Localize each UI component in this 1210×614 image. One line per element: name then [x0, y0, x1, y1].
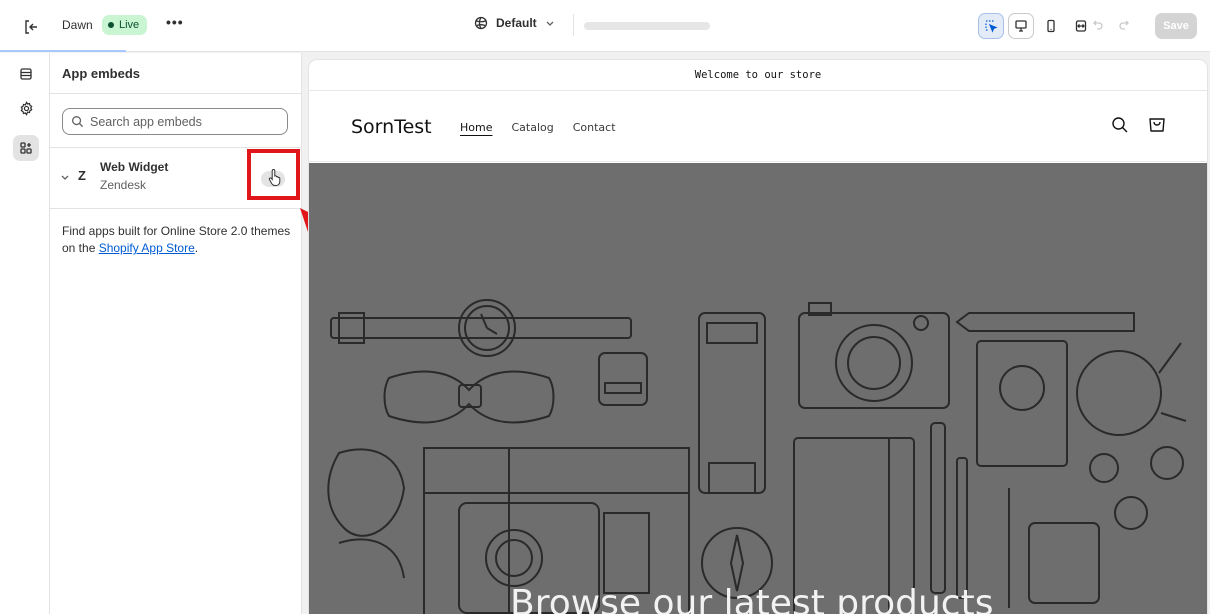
full-width-icon	[1075, 20, 1087, 32]
sections-button[interactable]	[13, 61, 39, 87]
theme-settings-button[interactable]	[13, 95, 39, 121]
template-selector[interactable]: Default	[474, 16, 555, 30]
app-embeds-button[interactable]	[13, 135, 39, 161]
hero-illustration	[327, 299, 1187, 614]
app-embeds-panel: App embeds Z Web Widget Zendesk Find app…	[50, 53, 302, 614]
desktop-view-button[interactable]	[1008, 13, 1034, 39]
search-icon	[72, 116, 84, 128]
globe-icon	[474, 16, 488, 30]
save-button[interactable]: Save	[1155, 13, 1197, 39]
highlight-box	[247, 149, 300, 200]
store-nav: Home Catalog Contact	[460, 121, 616, 134]
help-text-suffix: .	[194, 241, 199, 255]
store-logo[interactable]: SornTest	[351, 116, 432, 138]
mobile-view-button[interactable]	[1038, 13, 1064, 39]
preview-url-placeholder	[584, 22, 710, 30]
panel-title: App embeds	[62, 66, 141, 81]
search-field[interactable]	[62, 108, 288, 135]
hero-title: Browse our latest products	[510, 583, 994, 614]
live-dot-icon	[108, 22, 114, 28]
chevron-down-icon	[546, 21, 554, 26]
nav-item-home[interactable]: Home	[460, 121, 492, 134]
help-text: Find apps built for Online Store 2.0 the…	[62, 223, 294, 257]
chevron-down-icon[interactable]	[60, 172, 70, 185]
embed-name: Web Widget	[100, 160, 169, 174]
live-label: Live	[119, 19, 140, 31]
loading-bar	[0, 50, 126, 52]
embed-vendor: Zendesk	[100, 178, 147, 192]
exit-icon[interactable]	[22, 18, 40, 36]
store-header: SornTest Home Catalog Contact	[309, 92, 1207, 162]
desktop-icon	[1015, 20, 1027, 32]
store-preview: Welcome to our store SornTest Home Catal…	[309, 60, 1207, 614]
live-badge: Live	[102, 15, 148, 35]
divider	[573, 14, 574, 36]
sections-icon	[20, 68, 32, 80]
fullscreen-view-button[interactable]	[1068, 13, 1094, 39]
search-icon[interactable]	[1111, 116, 1129, 134]
gear-icon	[20, 100, 32, 116]
undo-redo-group	[1092, 18, 1130, 30]
search-input[interactable]	[90, 114, 280, 129]
inspect-icon	[985, 20, 998, 33]
inspector-button[interactable]	[978, 13, 1004, 39]
apps-icon	[20, 142, 32, 154]
mobile-icon	[1047, 19, 1055, 33]
nav-item-contact[interactable]: Contact	[573, 121, 616, 134]
announcement-bar: Welcome to our store	[309, 60, 1207, 91]
nav-item-catalog[interactable]: Catalog	[511, 121, 553, 134]
cart-icon[interactable]	[1147, 115, 1167, 135]
top-bar: Dawn Live ••• Default Save	[0, 0, 1210, 52]
more-actions-button[interactable]: •••	[166, 14, 184, 30]
divider	[50, 93, 302, 94]
icon-rail	[0, 53, 50, 614]
theme-name: Dawn	[62, 18, 93, 32]
hero-banner: Browse our latest products	[309, 163, 1207, 614]
undo-icon[interactable]	[1092, 18, 1104, 30]
template-label: Default	[496, 16, 537, 30]
device-toolbar	[978, 13, 1094, 39]
zendesk-logo-icon: Z	[78, 168, 86, 183]
divider	[50, 208, 302, 209]
redo-icon[interactable]	[1118, 18, 1130, 30]
shopify-app-store-link[interactable]: Shopify App Store	[99, 241, 195, 255]
